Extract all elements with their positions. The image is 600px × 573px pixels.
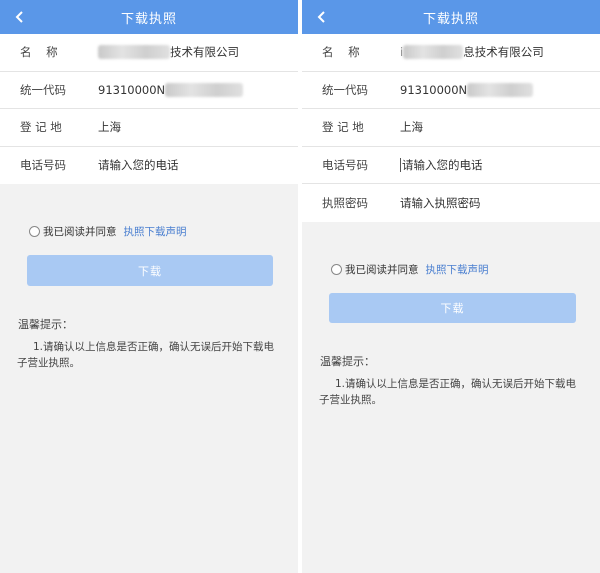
tips-title: 温馨提示：: [18, 318, 73, 331]
row-name: 名 称 技术有限公司: [0, 34, 298, 72]
agree-radio[interactable]: [29, 226, 40, 237]
header: 下载执照: [0, 0, 298, 34]
screen-right: 下载执照 名 称 i 息技术有限公司 统一代码 91310000N 登 记 地 …: [302, 0, 600, 573]
phone-input[interactable]: [400, 157, 570, 172]
name-label: 名 称: [20, 45, 58, 60]
phone-label: 电话号码: [322, 157, 368, 172]
agreement-link[interactable]: 执照下载声明: [426, 262, 489, 277]
info-form: 名 称 技术有限公司 统一代码 91310000N 登 记 地 上海 电话号码: [0, 34, 298, 184]
page-title: 下载执照: [422, 11, 479, 27]
row-name: 名 称 i 息技术有限公司: [302, 34, 600, 72]
location-value: 上海: [400, 120, 423, 135]
name-value: 技术有限公司: [170, 45, 239, 60]
agreement: 我已阅读并同意 执照下载声明: [0, 224, 298, 239]
agreement-link[interactable]: 执照下载声明: [124, 224, 187, 239]
download-button[interactable]: 下载: [27, 255, 273, 286]
row-code: 统一代码 91310000N: [302, 72, 600, 109]
agree-text: 我已阅读并同意: [43, 226, 117, 238]
name-label: 名 称: [322, 45, 360, 60]
redacted-block: [98, 45, 170, 60]
row-location: 登 记 地 上海: [0, 109, 298, 147]
code-label: 统一代码: [322, 82, 368, 97]
password-label: 执照密码: [322, 195, 368, 210]
back-button[interactable]: [6, 0, 34, 34]
tips-body: 1.请确认以上信息是否正确，确认无误后开始下载电子营业执照。: [319, 377, 577, 406]
row-password: 执照密码: [302, 184, 600, 222]
agreement: 我已阅读并同意 执照下载声明: [302, 262, 600, 277]
row-code: 统一代码 91310000N: [0, 72, 298, 109]
phone-label: 电话号码: [20, 158, 66, 173]
license-password-input[interactable]: [400, 195, 570, 210]
row-phone: 电话号码: [0, 147, 298, 185]
location-label: 登 记 地: [20, 120, 62, 135]
screen-left: 下载执照 名 称 技术有限公司 统一代码 91310000N 登 记 地 上海 …: [0, 0, 298, 573]
info-form: 名 称 i 息技术有限公司 统一代码 91310000N 登 记 地 上海 电话…: [302, 34, 600, 222]
page-title: 下载执照: [120, 11, 177, 27]
header: 下载执照: [302, 0, 600, 34]
tips-body: 1.请确认以上信息是否正确，确认无误后开始下载电子营业执照。: [17, 341, 275, 369]
agree-radio[interactable]: [331, 263, 342, 275]
download-button[interactable]: 下载: [329, 292, 576, 323]
row-location: 登 记 地 上海: [302, 109, 600, 147]
agree-text: 我已阅读并同意: [345, 263, 419, 276]
code-value: 91310000N: [98, 82, 166, 97]
redacted-block: [165, 82, 244, 97]
chevron-left-icon: [317, 11, 325, 23]
name-value: 息技术有限公司: [463, 45, 544, 60]
code-label: 统一代码: [20, 82, 66, 97]
back-button[interactable]: [308, 0, 336, 34]
phone-input[interactable]: [98, 158, 268, 173]
location-label: 登 记 地: [322, 120, 364, 135]
chevron-left-icon: [15, 11, 23, 23]
location-value: 上海: [98, 120, 121, 135]
redacted-block: [403, 45, 464, 60]
tips-title: 温馨提示：: [320, 354, 375, 368]
redacted-block: [467, 82, 534, 97]
code-value: 91310000N: [400, 82, 468, 97]
row-phone: 电话号码: [302, 147, 600, 184]
